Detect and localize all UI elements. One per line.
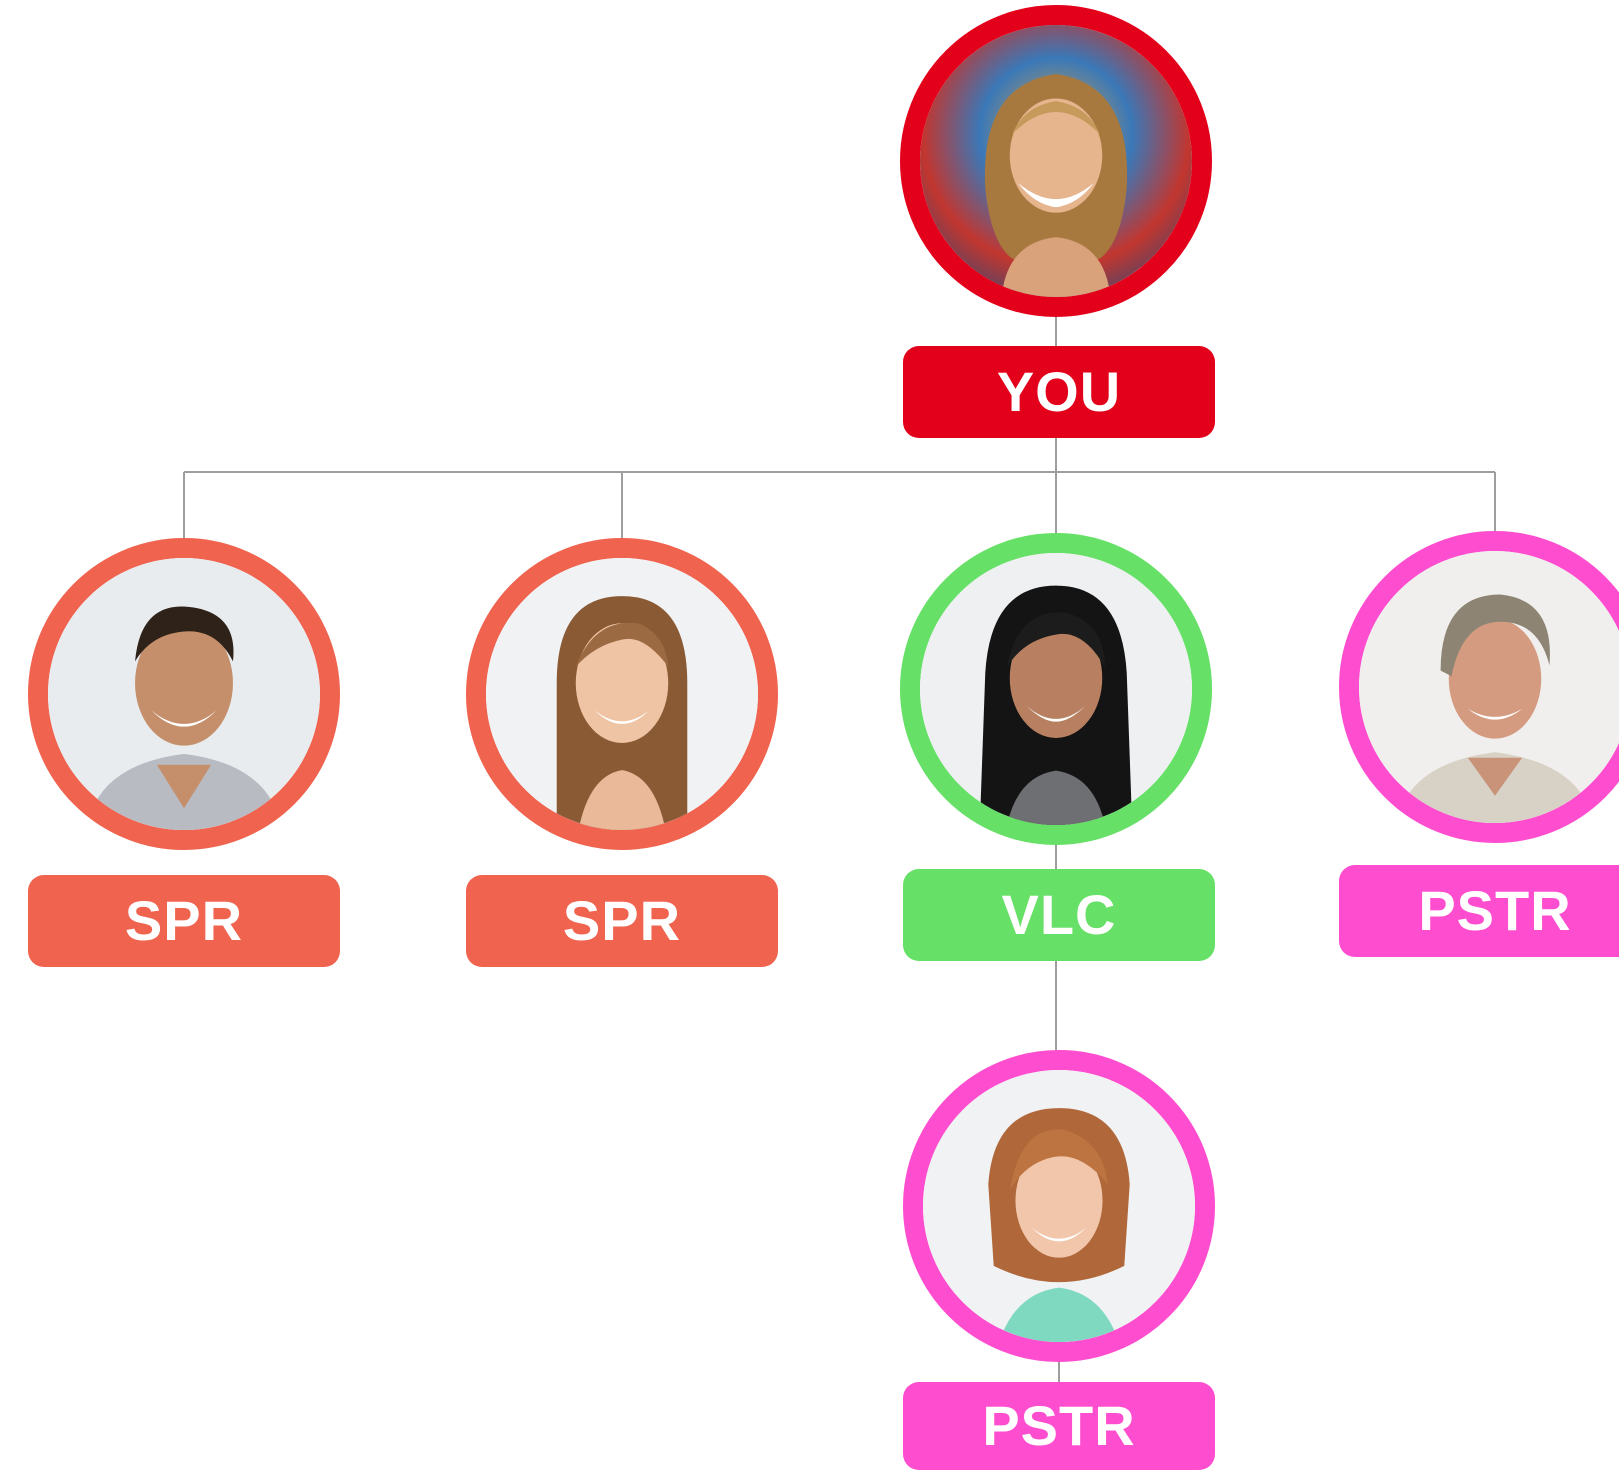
older-man-portrait-icon: [1359, 551, 1619, 823]
node-avatar-spr-2: [466, 538, 778, 850]
node-avatar-vlc: [900, 533, 1212, 845]
node-label-pstr-1: PSTR: [1339, 865, 1619, 957]
node-label-pstr-2: PSTR: [903, 1382, 1215, 1470]
woman-long-brown-hair-portrait-icon: [486, 558, 758, 830]
woman-curly-hair-portrait-icon: [920, 25, 1192, 297]
node-label-spr-1: SPR: [28, 875, 340, 967]
node-label-spr-2: SPR: [466, 875, 778, 967]
young-man-portrait-icon: [48, 558, 320, 830]
woman-auburn-bob-portrait-icon: [923, 1070, 1195, 1342]
node-label-you: YOU: [903, 346, 1215, 438]
node-avatar-you: [900, 5, 1212, 317]
node-label-vlc: VLC: [903, 869, 1215, 961]
node-avatar-spr-1: [28, 538, 340, 850]
node-avatar-pstr-2: [903, 1050, 1215, 1362]
woman-dark-hair-portrait-icon: [920, 553, 1192, 825]
